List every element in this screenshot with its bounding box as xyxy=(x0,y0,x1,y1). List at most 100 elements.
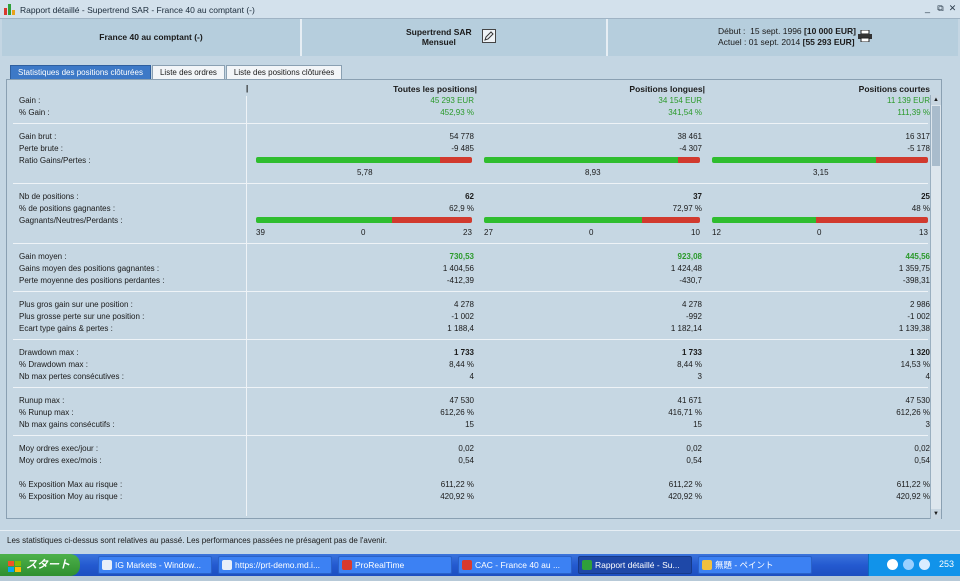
date-range: Début : 15 sept. 1996 [10 000 EUR] Actue… xyxy=(718,26,856,48)
edit-strategy-icon[interactable] xyxy=(482,29,496,43)
scroll-thumb[interactable] xyxy=(932,106,940,166)
tab-order-list[interactable]: Liste des ordres xyxy=(151,65,225,79)
instrument-cell: France 40 au comptant (-) xyxy=(2,19,302,56)
expo-moy-all: 420,92 % xyxy=(440,492,474,501)
start-label: スタート xyxy=(26,559,70,571)
gains-moyen-gagnantes-short: 1 359,75 xyxy=(898,264,930,273)
strategy-cell: Supertrend SAR Mensuel xyxy=(302,19,608,56)
nb-pertes-all: 4 xyxy=(469,372,474,381)
task-ig-markets[interactable]: IG Markets - Window... xyxy=(98,556,212,574)
tray-icon[interactable] xyxy=(903,559,914,570)
task-rapport-detaille[interactable]: Rapport détaillé - Su... xyxy=(578,556,692,574)
ordres-mois-short: 0,54 xyxy=(914,456,930,465)
task-prorealtime[interactable]: ProRealTime xyxy=(338,556,452,574)
perte-moyenne-all: -412,39 xyxy=(446,276,474,285)
ratio-bar-short xyxy=(712,157,928,163)
prorealtime-icon xyxy=(342,560,352,570)
ie-icon xyxy=(222,560,232,570)
label-ratio: Ratio Gains/Pertes : xyxy=(19,156,91,165)
pct-runup-all: 612,26 % xyxy=(440,408,474,417)
label-nb-positions: Nb de positions : xyxy=(19,192,79,201)
label-ecart-type: Ecart type gains & pertes : xyxy=(19,324,113,333)
ecart-type-long: 1 182,14 xyxy=(670,324,702,333)
task-label: https://prt-demo.md.i... xyxy=(235,560,321,570)
debut-capital: [10 000 EUR] xyxy=(804,26,856,36)
restore-button[interactable]: ⧉ xyxy=(935,3,946,14)
tray-icon[interactable] xyxy=(887,559,898,570)
tab-closed-positions-stats[interactable]: Statistiques des positions clôturées xyxy=(10,65,151,79)
pct-runup-short: 612,26 % xyxy=(896,408,930,417)
ecart-type-all: 1 188,4 xyxy=(447,324,474,333)
report-icon xyxy=(582,560,592,570)
gnp-all-winners: 39 xyxy=(256,228,265,237)
label-runup: Runup max : xyxy=(19,396,65,405)
task-cac-chart[interactable]: CAC - France 40 au ... xyxy=(458,556,572,574)
task-paint[interactable]: 無題 - ペイント xyxy=(698,556,812,574)
scroll-up-icon[interactable]: ▲ xyxy=(931,95,941,105)
section-divider xyxy=(13,183,928,184)
pct-runup-long: 416,71 % xyxy=(668,408,702,417)
label-gnp: Gagnants/Neutres/Perdants : xyxy=(19,216,123,225)
section-divider xyxy=(13,291,928,292)
expo-moy-short: 420,92 % xyxy=(896,492,930,501)
close-button[interactable]: ✕ xyxy=(947,3,958,14)
gnp-bar-long xyxy=(484,217,700,223)
ratio-all: 5,78 xyxy=(357,168,373,177)
label-plus-gros-gain: Plus gros gain sur une position : xyxy=(19,300,133,309)
gain-moyen-short: 445,56 xyxy=(905,252,930,261)
chart-icon xyxy=(462,560,472,570)
pct-drawdown-all: 8,44 % xyxy=(449,360,474,369)
ratio-long: 8,93 xyxy=(585,168,601,177)
disclaimer-text: Les statistiques ci-dessus sont relative… xyxy=(7,536,387,545)
nb-pertes-short: 4 xyxy=(925,372,930,381)
label-pct-gagnantes: % de positions gagnantes : xyxy=(19,204,116,213)
label-pct-drawdown: % Drawdown max : xyxy=(19,360,88,369)
label-perte-moyenne: Perte moyenne des positions perdantes : xyxy=(19,276,165,285)
ordres-mois-all: 0,54 xyxy=(458,456,474,465)
gnp-bar-short xyxy=(712,217,928,223)
scroll-down-icon[interactable]: ▼ xyxy=(931,509,941,519)
pct-gagnantes-short: 48 % xyxy=(911,204,930,213)
tab-closed-positions-list[interactable]: Liste des positions clôturées xyxy=(225,65,343,79)
gnp-bar-all xyxy=(256,217,472,223)
section-divider xyxy=(13,387,928,388)
section-divider xyxy=(13,243,928,244)
gain-all: 45 293 EUR xyxy=(430,96,474,105)
task-label: CAC - France 40 au ... xyxy=(475,560,561,570)
label-ordres-mois: Moy ordres exec/mois : xyxy=(19,456,102,465)
label-pct-gain: % Gain : xyxy=(19,108,50,117)
gain-brut-long: 38 461 xyxy=(677,132,702,141)
ratio-bar-all xyxy=(256,157,472,163)
instrument-name: France 40 au comptant (-) xyxy=(99,32,203,42)
task-prt-demo[interactable]: https://prt-demo.md.i... xyxy=(218,556,332,574)
label-expo-max: % Exposition Max au risque : xyxy=(19,480,123,489)
printer-icon[interactable] xyxy=(858,29,872,43)
plus-gros-gain-long: 4 278 xyxy=(681,300,702,309)
ie-icon xyxy=(102,560,112,570)
runup-short: 47 530 xyxy=(905,396,930,405)
report-tabs: Statistiques des positions clôturées Lis… xyxy=(10,65,343,79)
gnp-all-losers: 23 xyxy=(463,228,472,237)
nb-gains-short: 3 xyxy=(925,420,930,429)
ordres-jour-all: 0,02 xyxy=(458,444,474,453)
ratio-short: 3,15 xyxy=(813,168,829,177)
task-label: 無題 - ペイント xyxy=(715,560,774,570)
title-bar: Rapport détaillé - Supertrend SAR - Fran… xyxy=(0,0,960,19)
vertical-scrollbar[interactable]: ▲ ▼ xyxy=(930,95,941,519)
actuel-capital: [55 293 EUR] xyxy=(802,37,855,47)
gain-long: 34 154 EUR xyxy=(658,96,702,105)
plus-grosse-perte-long: -992 xyxy=(685,312,702,321)
tray-icon[interactable] xyxy=(919,559,930,570)
minimize-button[interactable]: _ xyxy=(922,3,933,14)
runup-all: 47 530 xyxy=(449,396,474,405)
nb-pertes-long: 3 xyxy=(697,372,702,381)
drawdown-all: 1 733 xyxy=(453,348,474,357)
pct-gagnantes-all: 62,9 % xyxy=(449,204,474,213)
pct-gain-all: 452,93 % xyxy=(440,108,474,117)
drawdown-long: 1 733 xyxy=(681,348,702,357)
pct-drawdown-short: 14,53 % xyxy=(900,360,930,369)
system-tray: 253 xyxy=(868,554,960,576)
nb-gains-all: 15 xyxy=(465,420,474,429)
start-button[interactable]: スタート xyxy=(0,554,80,576)
gnp-short-neutral: 0 xyxy=(817,228,822,237)
